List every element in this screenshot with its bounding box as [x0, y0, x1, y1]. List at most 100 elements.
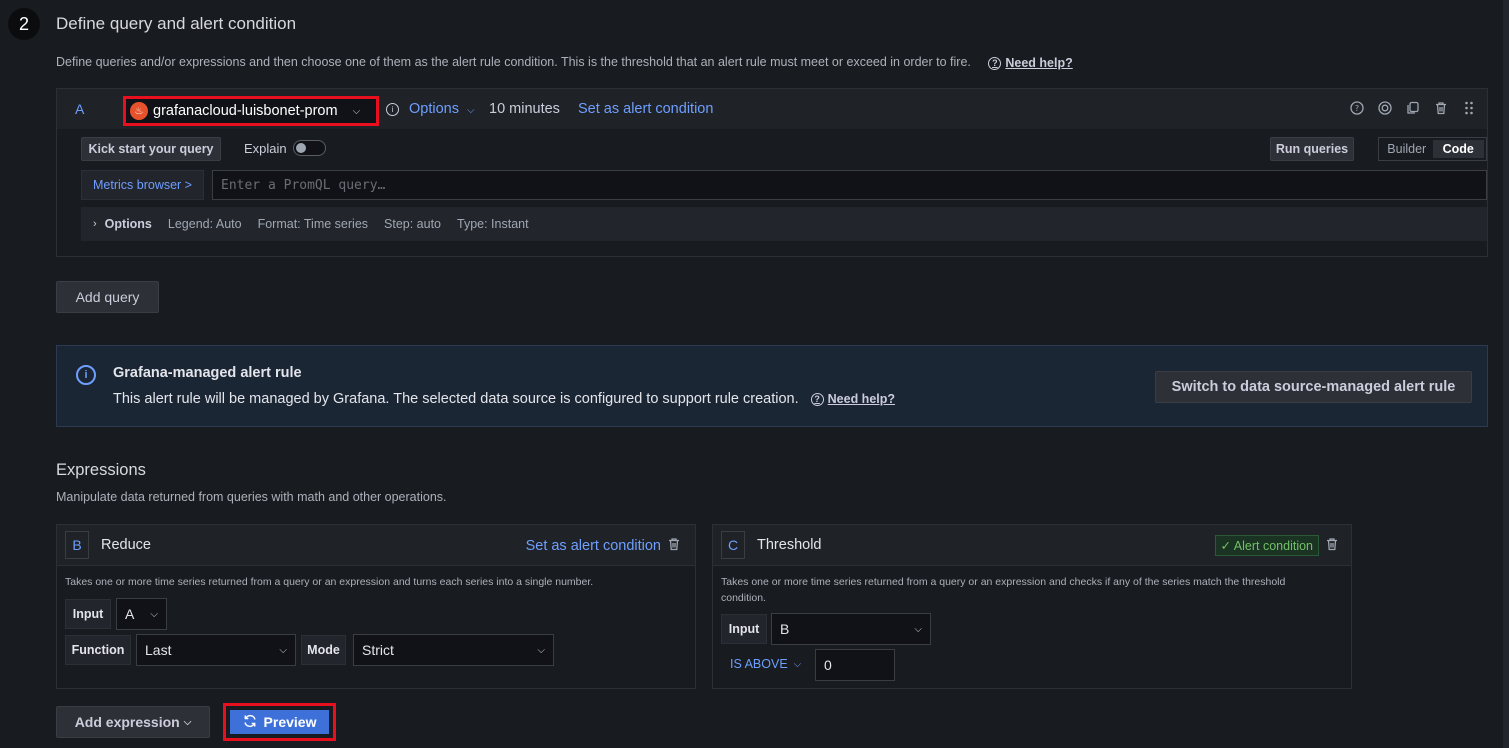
threshold-value: 0 [824, 657, 832, 673]
trash-icon[interactable] [667, 537, 681, 554]
help-icon: ? [810, 392, 824, 406]
step-number: 2 [8, 8, 40, 40]
options-row-label: Options [104, 217, 152, 231]
function-label: Function [65, 635, 131, 665]
chevron-down-icon: ⌵ [914, 623, 922, 635]
reduce-function-value: Last [145, 642, 172, 658]
eye-icon[interactable] [1377, 100, 1393, 116]
threshold-card-header: C Threshold ✓ Alert condition [713, 525, 1351, 566]
run-queries-button[interactable]: Run queries [1270, 137, 1354, 161]
add-query-button[interactable]: Add query [56, 281, 159, 313]
reduce-expression-card: B Reduce Set as alert condition Takes on… [56, 524, 696, 689]
reduce-card-header: B Reduce Set as alert condition [57, 525, 695, 566]
query-editor-a: A ♨ grafanacloud-luisbonet-prom ⌵ i Opti… [56, 88, 1488, 257]
trash-icon[interactable] [1433, 100, 1449, 116]
threshold-operator-value: IS ABOVE [730, 657, 788, 671]
need-help-link[interactable]: ? Need help? [988, 56, 1073, 70]
metrics-browser-button[interactable]: Metrics browser > [81, 170, 204, 200]
reduce-mode-value: Strict [362, 642, 394, 658]
format-setting: Format: Time series [257, 217, 369, 231]
datasource-name: grafanacloud-luisbonet-prom [153, 103, 338, 119]
input-label: Input [721, 614, 767, 644]
threshold-description: Takes one or more time series returned f… [721, 576, 1286, 604]
svg-text:?: ? [1355, 104, 1359, 113]
threshold-input-value: B [780, 621, 790, 637]
mode-code[interactable]: Code [1432, 140, 1484, 158]
expressions-description: Manipulate data returned from queries wi… [56, 490, 447, 504]
query-actions: ? [1349, 100, 1477, 116]
need-help-link[interactable]: ? Need help? [810, 392, 896, 406]
legend-setting: Legend: Auto [167, 217, 242, 231]
explain-toggle[interactable] [293, 140, 326, 156]
type-setting: Type: Instant [457, 217, 529, 231]
alert-condition-badge: ✓ Alert condition [1214, 535, 1319, 556]
expression-type: Reduce [101, 537, 151, 553]
add-expression-label: Add expression [74, 714, 180, 730]
preview-button[interactable]: Preview [230, 710, 329, 734]
alert-info-text-row: This alert rule will be managed by Grafa… [113, 391, 895, 407]
chevron-down-icon: ⌵ [537, 644, 545, 656]
datasource-picker[interactable]: ♨ grafanacloud-luisbonet-prom ⌵ [123, 96, 379, 126]
editor-mode-switch: Builder Code [1378, 137, 1487, 161]
chevron-down-icon: ⌵ [793, 658, 802, 670]
promql-input[interactable]: Enter a PromQL query… [212, 170, 1487, 200]
chevron-right-icon: › [93, 218, 97, 230]
need-help-label: Need help? [827, 392, 896, 406]
switch-datasource-managed-button[interactable]: Switch to data source-managed alert rule [1155, 371, 1472, 403]
expressions-title: Expressions [56, 461, 146, 479]
help-icon[interactable]: ? [1349, 100, 1365, 116]
reduce-input-value: A [125, 606, 135, 622]
mode-builder[interactable]: Builder [1381, 140, 1433, 158]
query-interval[interactable]: 10 minutes [489, 101, 560, 117]
section-title: Define query and alert condition [56, 14, 297, 33]
drag-handle-icon[interactable] [1461, 100, 1477, 116]
trash-icon[interactable] [1325, 537, 1339, 554]
threshold-header-actions: ✓ Alert condition [1214, 535, 1339, 556]
input-label: Input [65, 599, 111, 629]
reduce-input-select[interactable]: A ⌵ [116, 598, 167, 630]
grafana-managed-alert-info: i Grafana-managed alert rule This alert … [56, 345, 1488, 427]
expression-type: Threshold [757, 537, 822, 553]
section-description: Define queries and/or expressions and th… [56, 55, 1073, 70]
query-options-row[interactable]: › Options Legend: Auto Format: Time seri… [81, 207, 1487, 241]
threshold-expression-card: C Threshold ✓ Alert condition Takes one … [712, 524, 1352, 689]
threshold-operator-select[interactable]: IS ABOVE ⌵ [730, 657, 801, 671]
prometheus-icon: ♨ [130, 102, 148, 120]
query-ref-id[interactable]: A [75, 101, 84, 117]
reduce-function-select[interactable]: Last ⌵ [136, 634, 296, 666]
chevron-down-icon: ⌵ [467, 105, 475, 116]
chevron-down-icon: ⌵ [183, 716, 192, 728]
need-help-label: Need help? [1005, 56, 1073, 70]
threshold-value-input[interactable]: 0 [815, 649, 895, 681]
set-alert-condition-link[interactable]: Set as alert condition [526, 538, 661, 554]
refresh-icon [243, 714, 257, 731]
reduce-mode-select[interactable]: Strict ⌵ [353, 634, 554, 666]
preview-highlight: Preview [223, 703, 336, 741]
mode-label: Mode [301, 635, 346, 665]
expression-ref-id[interactable]: B [65, 531, 89, 559]
section-description-text: Define queries and/or expressions and th… [56, 55, 971, 69]
help-icon: ? [988, 56, 1002, 70]
chevron-down-icon: ⌵ [279, 644, 287, 656]
info-icon[interactable]: i [386, 103, 399, 116]
page-scrollbar[interactable] [1503, 0, 1509, 748]
expression-ref-id[interactable]: C [721, 531, 745, 559]
duplicate-icon[interactable] [1405, 100, 1421, 116]
add-expression-button[interactable]: Add expression ⌵ [56, 706, 210, 738]
threshold-input-select[interactable]: B ⌵ [771, 613, 931, 645]
set-alert-condition-link[interactable]: Set as alert condition [578, 101, 713, 117]
query-options-label: Options [409, 101, 459, 117]
chevron-down-icon: ⌵ [352, 105, 361, 117]
kick-start-button[interactable]: Kick start your query [81, 137, 221, 161]
chevron-down-icon: ⌵ [150, 608, 158, 620]
reduce-description: Takes one or more time series returned f… [65, 576, 594, 588]
preview-label: Preview [263, 714, 317, 730]
alert-info-text: This alert rule will be managed by Grafa… [113, 391, 799, 407]
info-icon: i [76, 365, 96, 385]
query-options-toggle[interactable]: Options ⌵ [409, 101, 475, 117]
explain-label: Explain [244, 141, 287, 156]
reduce-header-actions: Set as alert condition [526, 537, 681, 554]
query-header: A ♨ grafanacloud-luisbonet-prom ⌵ i Opti… [57, 89, 1487, 129]
alert-info-title: Grafana-managed alert rule [113, 365, 302, 381]
step-setting: Step: auto [384, 217, 442, 231]
